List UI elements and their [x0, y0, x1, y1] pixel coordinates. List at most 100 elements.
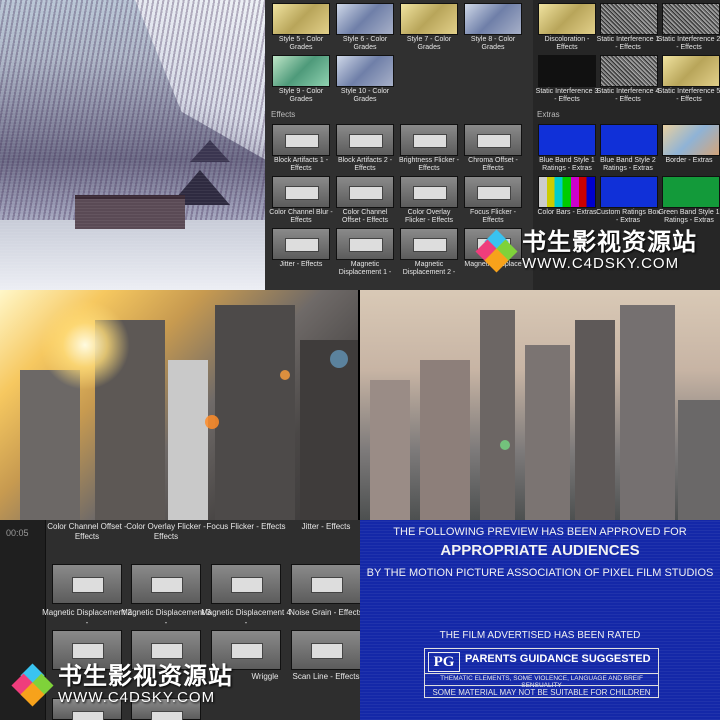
thumbnail-caption: Static Interference 2 - Effects — [657, 36, 720, 51]
skyscraper — [168, 360, 208, 520]
thumbnail-magnetic-displacement-1[interactable] — [336, 228, 394, 260]
thumbnail-focus-flicker[interactable] — [464, 176, 522, 208]
thumbnail-block-artifacts-2[interactable] — [336, 124, 394, 156]
thumbnail-caption: Magnetic Displacement 2 - — [402, 261, 456, 276]
thumbnail-blue-band-2[interactable] — [600, 124, 658, 156]
thumbnail-jitter[interactable] — [272, 228, 330, 260]
thumbnail-caption: Static Interference 4 - Effects — [596, 88, 660, 103]
thumbnail-magnetic-displacement-3[interactable] — [131, 564, 201, 604]
watermark-top: 书生影视资源站 WWW.C4DSKY.COM — [475, 229, 697, 273]
thumbnail-caption: Discoloration - Effects — [544, 36, 590, 51]
thumbnail-magnetic-displacement-4[interactable] — [211, 564, 281, 604]
effect-caption: Magnetic Displacement 4 - — [201, 608, 291, 627]
thumbnail-style-5[interactable] — [272, 3, 330, 35]
effect-caption: Scan Line - Effects — [292, 672, 360, 681]
thumbnail-caption: Focus Flicker - Effects — [470, 209, 516, 224]
thumbnail-style-10[interactable] — [336, 55, 394, 87]
thumbnail-magnetic-displacement-2[interactable] — [400, 228, 458, 260]
extras-section-label: Extras — [537, 110, 560, 119]
effect-caption: Jitter - Effects — [301, 522, 351, 531]
timecode: 00:05 — [6, 528, 29, 538]
thumbnail-caption: Style 7 - Color Grades — [406, 36, 452, 51]
skyscraper — [620, 305, 675, 520]
thumbnail-caption: Chroma Offset - Effects — [468, 157, 518, 172]
thumbnail-caption: Style 9 - Color Grades — [278, 88, 324, 103]
rating-audience-line: APPROPRIATE AUDIENCES — [440, 542, 640, 559]
thumbnail-blue-band-1[interactable] — [538, 124, 596, 156]
thumbnail-border[interactable] — [662, 124, 720, 156]
thumbnail-caption: Static Interference 3 - Effects — [535, 88, 599, 103]
skyscraper — [20, 370, 80, 520]
thumbnail-static-interference-4[interactable] — [600, 55, 658, 87]
thumbnail-caption: Color Channel Offset - Effects — [341, 209, 389, 224]
rating-note: SOME MATERIAL MAY NOT BE SUITABLE FOR CH… — [432, 688, 651, 697]
thumbnail-static-interference-2[interactable] — [662, 3, 720, 35]
rating-approved-line: THE FOLLOWING PREVIEW HAS BEEN APPROVED … — [393, 526, 687, 538]
thumbnail-caption: Color Bars - Extras — [537, 209, 597, 216]
rating-code: PG — [428, 652, 460, 672]
thumbnail-magnetic-displacement-2[interactable] — [52, 564, 122, 604]
thumbnail-caption: Brightness Flicker - Effects — [399, 157, 459, 172]
thumbnail-static-interference-3[interactable] — [538, 55, 596, 87]
thumbnail-caption: Blue Band Style 2 Ratings - Extras — [600, 157, 656, 172]
thumbnail-caption: Jitter - Effects — [279, 261, 323, 268]
effect-caption: Color Overlay Flicker - Effects — [126, 522, 206, 541]
skyscraper — [480, 310, 515, 520]
thumbnail-block-artifacts-1[interactable] — [272, 124, 330, 156]
skyscraper — [215, 305, 295, 520]
thumbnail-caption: Style 6 - Color Grades — [342, 36, 388, 51]
thumbnail-discoloration[interactable] — [538, 3, 596, 35]
thumbnail-caption: Style 10 - Color Grades — [340, 88, 390, 103]
thumbnail-color-channel-blur[interactable] — [272, 176, 330, 208]
watermark-bottom: 书生影视资源站 WWW.C4DSKY.COM — [11, 663, 233, 707]
watermark-chinese-text: 书生影视资源站 — [58, 663, 233, 690]
thumbnail-color-bars[interactable] — [538, 176, 596, 208]
thumbnail-color-overlay-flicker[interactable] — [400, 176, 458, 208]
thumbnail-caption: Static Interference 5 - Effects — [657, 88, 720, 103]
thumbnail-caption: Green Band Style 1 Ratings - Extras — [658, 209, 720, 224]
thumbnail-brightness-flicker[interactable] — [400, 124, 458, 156]
lens-flare-dot — [205, 415, 219, 429]
thumbnail-style-9[interactable] — [272, 55, 330, 87]
effect-caption: Noise Grain - Effects — [289, 608, 360, 617]
rating-rated-line: THE FILM ADVERTISED HAS BEEN RATED — [439, 630, 641, 641]
watermark-logo-icon — [11, 663, 54, 707]
effect-caption: Magnetic Displacement 3 - — [121, 608, 211, 627]
watermark-url: WWW.C4DSKY.COM — [58, 689, 216, 706]
scanline-overlay — [0, 0, 265, 290]
lens-flare-dot — [330, 350, 348, 368]
lens-flare-dot — [280, 370, 290, 380]
skyscraper — [300, 340, 358, 520]
rating-description: PARENTS GUIDANCE SUGGESTED — [465, 653, 651, 665]
thumbnail-style-7[interactable] — [400, 3, 458, 35]
thumbnail-style-8[interactable] — [464, 3, 522, 35]
thumbnail-noise-grain[interactable] — [291, 564, 360, 604]
thumbnail-static-interference-1[interactable] — [600, 3, 658, 35]
thumbnail-custom-ratings-box[interactable] — [600, 176, 658, 208]
thumbnail-green-band[interactable] — [662, 176, 720, 208]
skyscraper — [420, 360, 470, 520]
thumbnail-caption: Style 5 - Color Grades — [278, 36, 324, 51]
effect-caption: Color Channel Offset - Effects — [47, 522, 127, 541]
sun-flare — [40, 300, 130, 390]
thumbnail-caption: Color Overlay Flicker - Effects — [404, 209, 454, 224]
skyscraper — [370, 380, 410, 520]
thumbnail-caption: Magnetic Displacement 1 - — [338, 261, 392, 276]
skyscraper — [525, 345, 570, 520]
thumbnail-caption: Blue Band Style 1 Ratings - Extras — [539, 157, 595, 172]
thumbnail-scan-line[interactable] — [291, 630, 360, 670]
thumbnail-static-interference-5[interactable] — [662, 55, 720, 87]
thumbnail-caption: Style 8 - Color Grades — [470, 36, 516, 51]
watermark-logo-icon — [475, 229, 518, 273]
watermark-chinese-text: 书生影视资源站 — [522, 229, 697, 256]
city-preview — [360, 290, 720, 520]
effect-caption: Magnetic Displacement 2 - — [42, 608, 132, 627]
thumbnail-caption: Static Interference 1 - Effects — [596, 36, 660, 51]
thumbnail-caption: Color Channel Blur - Effects — [269, 209, 333, 224]
thumbnail-caption: Custom Ratings Box - Extras — [596, 209, 660, 224]
thumbnail-chroma-offset[interactable] — [464, 124, 522, 156]
rating-association-line: BY THE MOTION PICTURE ASSOCIATION OF PIX… — [366, 567, 714, 579]
thumbnail-color-channel-offset[interactable] — [336, 176, 394, 208]
skyscraper — [678, 400, 720, 520]
thumbnail-style-6[interactable] — [336, 3, 394, 35]
